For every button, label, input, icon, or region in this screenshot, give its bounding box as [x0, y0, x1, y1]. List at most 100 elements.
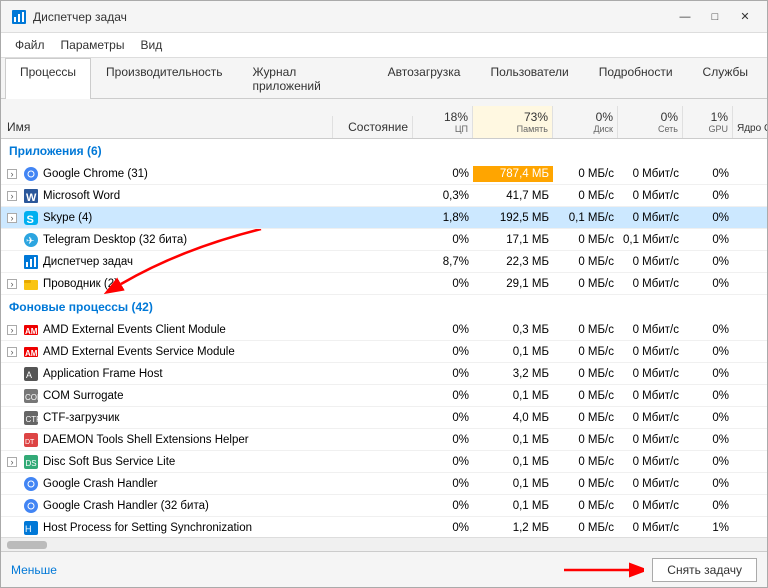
table-row[interactable]: › DS Disc Soft Bus Service Lite 0% 0,1 М…: [1, 451, 767, 473]
process-gpuengine: [733, 372, 767, 376]
menu-settings[interactable]: Параметры: [53, 35, 133, 55]
process-net: 0 Мбит/с: [618, 388, 683, 404]
end-task-button[interactable]: Снять задачу: [652, 558, 757, 582]
svg-text:S: S: [27, 214, 34, 226]
expand-btn[interactable]: ›: [7, 213, 17, 223]
tab-performance[interactable]: Производительность: [91, 58, 237, 99]
table-row[interactable]: › S Skype (4) 1,8% 192,5 МБ 0,1 МБ/с 0 М…: [1, 207, 767, 229]
tabs-bar: Процессы Производительность Журнал прило…: [1, 58, 767, 99]
less-label[interactable]: Меньше: [11, 563, 57, 577]
process-name: Google Crash Handler (32 бита): [3, 496, 333, 516]
tab-app-history[interactable]: Журнал приложений: [238, 58, 373, 99]
process-net: 0 Мбит/с: [618, 344, 683, 360]
menu-view[interactable]: Вид: [132, 35, 170, 55]
col-status[interactable]: Состояние: [333, 116, 413, 138]
menu-file[interactable]: Файл: [7, 35, 53, 55]
svg-text:W: W: [26, 192, 37, 204]
col-name[interactable]: Имя: [3, 116, 333, 138]
process-status: [333, 372, 413, 376]
process-mem: 0,1 МБ: [473, 498, 553, 514]
expand-btn[interactable]: ›: [7, 169, 17, 179]
scrollbar-thumb-h[interactable]: [7, 541, 47, 549]
col-gpu-engine[interactable]: Ядро GPU: [733, 119, 767, 138]
tab-processes[interactable]: Процессы: [5, 58, 91, 99]
process-status: [333, 282, 413, 286]
col-memory[interactable]: 73% Память: [473, 106, 553, 138]
table-row[interactable]: H Host Process for Setting Synchronizati…: [1, 517, 767, 537]
svg-text:AMD: AMD: [25, 349, 39, 358]
expand-btn[interactable]: ›: [7, 457, 17, 467]
process-gpuengine: [733, 260, 767, 264]
col-gpu[interactable]: 1% GPU: [683, 106, 733, 138]
process-status: [333, 416, 413, 420]
maximize-button[interactable]: □: [701, 7, 729, 27]
process-mem: 0,1 МБ: [473, 454, 553, 470]
table-wrapper: Приложения (6) › Google Chrome (31) 0% 7…: [1, 139, 767, 537]
process-disk: 0 МБ/с: [553, 254, 618, 270]
process-net: 0 Мбит/с: [618, 432, 683, 448]
col-disk[interactable]: 0% Диск: [553, 106, 618, 138]
process-status: [333, 328, 413, 332]
table-row[interactable]: CTF CTF-загрузчик 0% 4,0 МБ 0 МБ/с 0 Мби…: [1, 407, 767, 429]
title-bar-left: Диспетчер задач: [11, 9, 127, 25]
process-net: 0 Мбит/с: [618, 188, 683, 204]
expand-btn[interactable]: ›: [7, 279, 17, 289]
tab-users[interactable]: Пользователи: [475, 58, 583, 99]
section-background: Фоновые процессы (42): [1, 295, 767, 319]
table-row[interactable]: › AMD AMD External Events Service Module…: [1, 341, 767, 363]
process-mem: 29,1 МБ: [473, 276, 553, 292]
table-row[interactable]: Google Crash Handler 0% 0,1 МБ 0 МБ/с 0 …: [1, 473, 767, 495]
process-name: Диспетчер задач: [3, 252, 333, 272]
table-row[interactable]: Google Crash Handler (32 бита) 0% 0,1 МБ…: [1, 495, 767, 517]
skype-icon: S: [23, 210, 39, 226]
process-mem: 41,7 МБ: [473, 188, 553, 204]
table-row[interactable]: › Проводник (2) 0% 29,1 МБ 0 МБ/с 0 Мбит…: [1, 273, 767, 295]
process-name: › Google Chrome (31): [3, 164, 333, 184]
process-mem: 3,2 МБ: [473, 366, 553, 382]
process-name: › S Skype (4): [3, 208, 333, 228]
table-row[interactable]: › Google Chrome (31) 0% 787,4 МБ 0 МБ/с …: [1, 163, 767, 185]
process-gpuengine: [733, 350, 767, 354]
process-disk: 0 МБ/с: [553, 410, 618, 426]
process-cpu: 0%: [413, 454, 473, 470]
minimize-button[interactable]: —: [671, 7, 699, 27]
col-cpu[interactable]: 18% ЦП: [413, 106, 473, 138]
process-gpu: 0%: [683, 432, 733, 448]
arrow-endtask: [564, 555, 644, 585]
process-disk: 0 МБ/с: [553, 432, 618, 448]
table-row[interactable]: DT DAEMON Tools Shell Extensions Helper …: [1, 429, 767, 451]
telegram-icon: ✈: [23, 232, 39, 248]
table-row[interactable]: › AMD AMD External Events Client Module …: [1, 319, 767, 341]
crash-icon: [23, 476, 39, 492]
table-row[interactable]: Диспетчер задач 8,7% 22,3 МБ 0 МБ/с 0 Мб…: [1, 251, 767, 273]
process-gpu: 0%: [683, 322, 733, 338]
process-gpu: 0%: [683, 366, 733, 382]
tab-details[interactable]: Подробности: [584, 58, 688, 99]
process-net: 0 Мбит/с: [618, 276, 683, 292]
word-icon: W: [23, 188, 39, 204]
expand-btn[interactable]: ›: [7, 325, 17, 335]
tab-services[interactable]: Службы: [688, 58, 763, 99]
process-status: [333, 260, 413, 264]
process-gpu: 0%: [683, 210, 733, 226]
table-row[interactable]: COM COM Surrogate 0% 0,1 МБ 0 МБ/с 0 Мби…: [1, 385, 767, 407]
table-row[interactable]: ✈ Telegram Desktop (32 бита) 0% 17,1 МБ …: [1, 229, 767, 251]
expand-btn[interactable]: ›: [7, 347, 17, 357]
svg-text:DS: DS: [26, 459, 37, 468]
process-net: 0 Мбит/с: [618, 322, 683, 338]
tab-startup[interactable]: Автозагрузка: [373, 58, 476, 99]
process-status: [333, 438, 413, 442]
process-net: 0 Мбит/с: [618, 254, 683, 270]
table-row[interactable]: A Application Frame Host 0% 3,2 МБ 0 МБ/…: [1, 363, 767, 385]
process-mem: 0,1 МБ: [473, 476, 553, 492]
table-row[interactable]: › W Microsoft Word 0,3% 41,7 МБ 0 МБ/с 0…: [1, 185, 767, 207]
taskmgr-icon: [23, 254, 39, 270]
table-body[interactable]: Приложения (6) › Google Chrome (31) 0% 7…: [1, 139, 767, 537]
col-net[interactable]: 0% Сеть: [618, 106, 683, 138]
horizontal-scrollbar[interactable]: [1, 537, 767, 551]
process-net: 0 Мбит/с: [618, 498, 683, 514]
host-icon: H: [23, 520, 39, 536]
close-button[interactable]: ✕: [731, 7, 759, 27]
expand-btn[interactable]: ›: [7, 191, 17, 201]
process-status: [333, 216, 413, 220]
